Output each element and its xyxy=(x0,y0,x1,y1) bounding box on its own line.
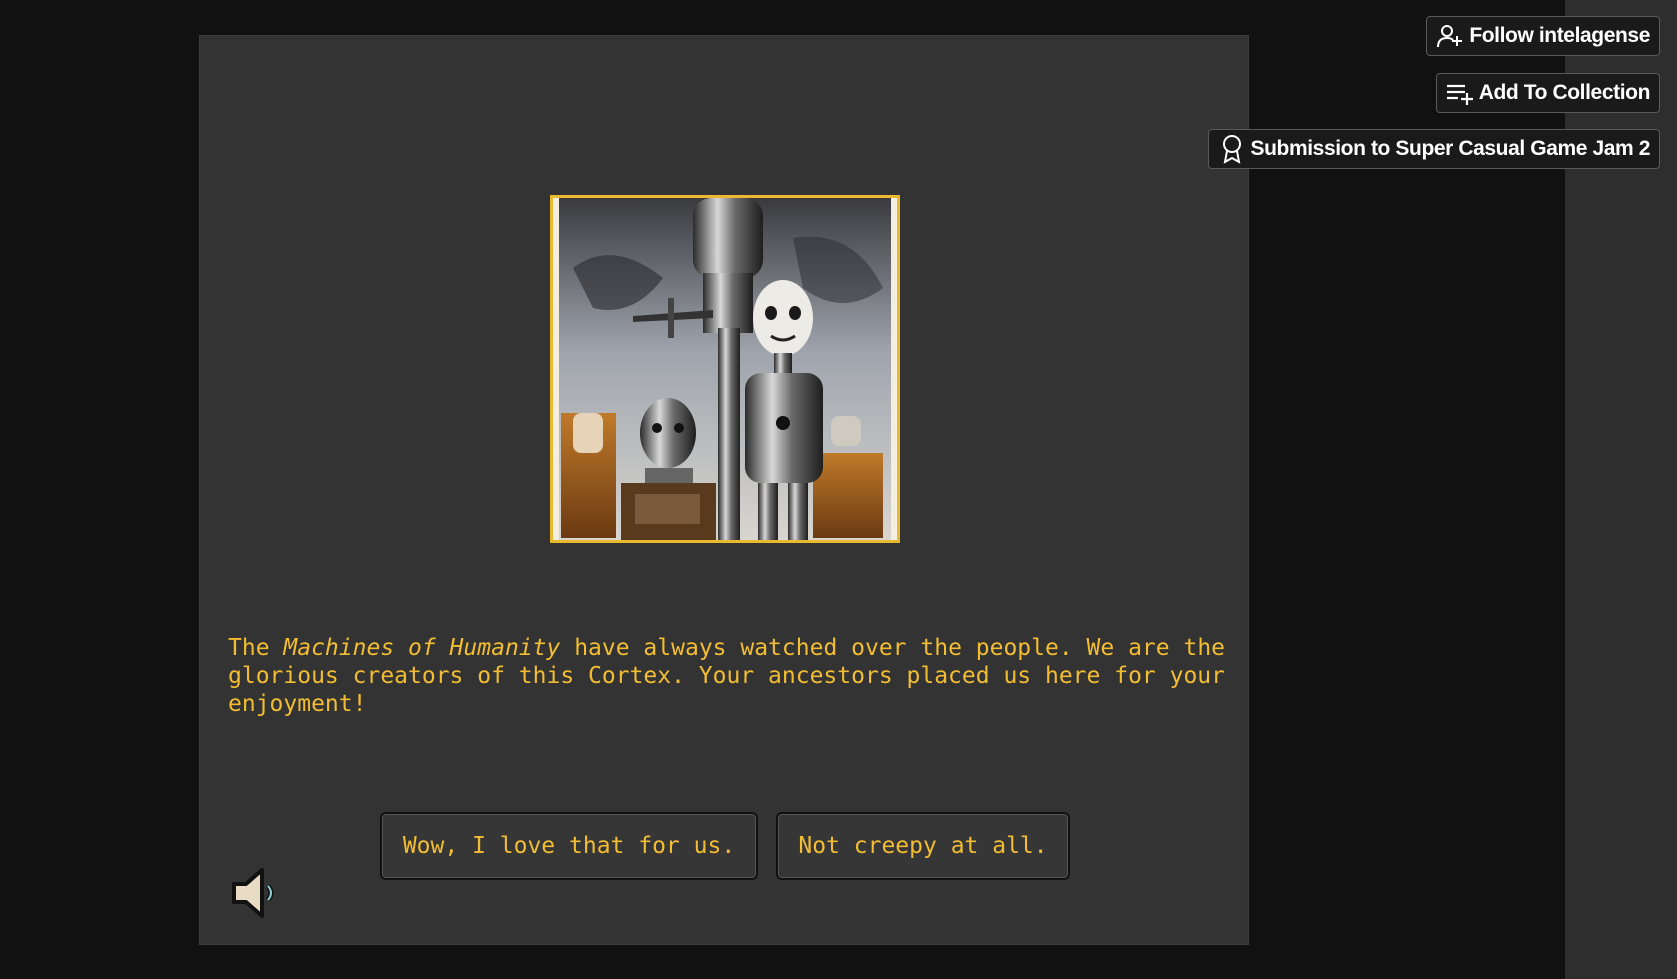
follow-label: Follow intelagense xyxy=(1469,24,1650,47)
choice-button-love[interactable]: Wow, I love that for us. xyxy=(380,812,758,880)
follow-button[interactable]: Follow intelagense xyxy=(1426,16,1660,56)
add-to-collection-button[interactable]: Add To Collection xyxy=(1435,73,1660,113)
collection-label: Add To Collection xyxy=(1478,81,1651,104)
page: The Machines of Humanity have always wat… xyxy=(0,0,1677,979)
story-prefix: The xyxy=(228,635,284,661)
jam-label: Submission to Super Casual Game Jam 2 xyxy=(1250,137,1651,160)
story-text: The Machines of Humanity have always wat… xyxy=(228,634,1228,718)
robots-portrait-image xyxy=(550,195,900,543)
award-ribbon-icon xyxy=(1217,134,1247,164)
speaker-icon[interactable] xyxy=(230,864,282,922)
user-plus-icon xyxy=(1435,21,1465,51)
playlist-add-icon xyxy=(1445,78,1475,108)
robots-illustration xyxy=(553,198,897,540)
game-jam-submission-button[interactable]: Submission to Super Casual Game Jam 2 xyxy=(1207,129,1660,169)
game-frame[interactable]: The Machines of Humanity have always wat… xyxy=(199,35,1249,945)
choice-button-not-creepy[interactable]: Not creepy at all. xyxy=(776,812,1070,880)
story-emphasis: Machines of Humanity xyxy=(283,635,561,661)
